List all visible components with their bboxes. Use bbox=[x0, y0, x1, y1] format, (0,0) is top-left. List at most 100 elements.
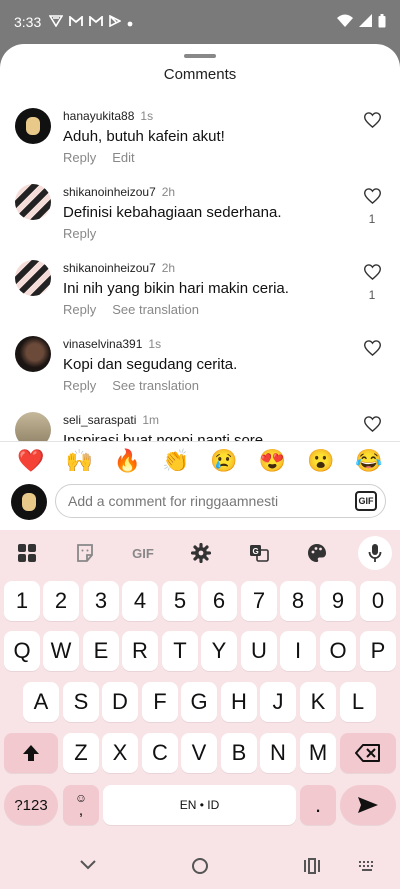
key-m[interactable]: M bbox=[300, 733, 336, 773]
key-g[interactable]: G bbox=[181, 682, 217, 722]
gif-button[interactable]: GIF bbox=[355, 491, 377, 511]
apps-grid-icon[interactable] bbox=[10, 538, 44, 568]
key-0[interactable]: 0 bbox=[360, 581, 396, 621]
see-translation-button[interactable]: See translation bbox=[112, 302, 199, 317]
key-d[interactable]: D bbox=[102, 682, 138, 722]
comment-age: 1s bbox=[148, 337, 162, 351]
reply-button[interactable]: Reply bbox=[63, 302, 96, 317]
key-k[interactable]: K bbox=[300, 682, 336, 722]
heart-icon[interactable] bbox=[362, 112, 382, 133]
avatar[interactable] bbox=[15, 336, 51, 372]
key-n[interactable]: N bbox=[260, 733, 296, 773]
key-z[interactable]: Z bbox=[63, 733, 99, 773]
key-t[interactable]: T bbox=[162, 631, 198, 671]
space-key[interactable]: EN • ID bbox=[103, 785, 296, 825]
play-store-icon bbox=[109, 14, 123, 30]
key-3[interactable]: 3 bbox=[83, 581, 119, 621]
emoji-crying[interactable]: 😢 bbox=[207, 448, 241, 478]
nav-recents-icon[interactable] bbox=[303, 858, 321, 874]
emoji-clap[interactable]: 👏 bbox=[159, 448, 193, 478]
avatar[interactable] bbox=[15, 260, 51, 296]
key-f[interactable]: F bbox=[142, 682, 178, 722]
emoji-comma-key[interactable]: ☺ , bbox=[63, 785, 99, 825]
key-w[interactable]: W bbox=[43, 631, 79, 671]
nav-home-icon[interactable] bbox=[191, 857, 209, 875]
key-2[interactable]: 2 bbox=[43, 581, 79, 621]
comment-input[interactable] bbox=[68, 491, 338, 511]
avatar[interactable] bbox=[15, 108, 51, 144]
backspace-key[interactable] bbox=[340, 733, 396, 773]
comment-item: seli_saraspati 1m Inspirasi buat ngopi na… bbox=[0, 408, 400, 441]
gmail-icon bbox=[89, 14, 104, 30]
drag-handle[interactable] bbox=[184, 54, 216, 58]
key-6[interactable]: 6 bbox=[201, 581, 237, 621]
key-i[interactable]: I bbox=[280, 631, 316, 671]
key-o[interactable]: O bbox=[320, 631, 356, 671]
signal-icon bbox=[359, 14, 372, 30]
battery-icon bbox=[378, 13, 386, 31]
comment-input-container[interactable]: GIF bbox=[55, 484, 386, 518]
key-a[interactable]: A bbox=[23, 682, 59, 722]
key-q[interactable]: Q bbox=[4, 631, 40, 671]
heart-icon[interactable] bbox=[362, 416, 382, 437]
emoji-surprised[interactable]: 😮 bbox=[304, 448, 338, 478]
emoji-heart-eyes[interactable]: 😍 bbox=[255, 448, 289, 478]
key-7[interactable]: 7 bbox=[241, 581, 277, 621]
reply-button[interactable]: Reply bbox=[63, 226, 96, 241]
reply-button[interactable]: Reply bbox=[63, 150, 96, 165]
comment-item: hanayukita88 1s Aduh, butuh kafein akut! … bbox=[0, 104, 400, 180]
key-c[interactable]: C bbox=[142, 733, 178, 773]
emoji-raised-hands[interactable]: 🙌 bbox=[62, 448, 96, 478]
key-v[interactable]: V bbox=[181, 733, 217, 773]
emoji-laughing[interactable]: 😂 bbox=[352, 448, 386, 478]
key-l[interactable]: L bbox=[340, 682, 376, 722]
key-5[interactable]: 5 bbox=[162, 581, 198, 621]
avatar[interactable] bbox=[15, 412, 51, 441]
send-key[interactable] bbox=[340, 785, 396, 825]
key-4[interactable]: 4 bbox=[122, 581, 158, 621]
key-9[interactable]: 9 bbox=[320, 581, 356, 621]
nav-back-icon[interactable] bbox=[80, 860, 96, 870]
symbols-key[interactable]: ?123 bbox=[4, 785, 58, 825]
emoji-fire[interactable]: 🔥 bbox=[111, 448, 145, 478]
avatar[interactable] bbox=[15, 184, 51, 220]
key-1[interactable]: 1 bbox=[4, 581, 40, 621]
key-h[interactable]: H bbox=[221, 682, 257, 722]
palette-icon[interactable] bbox=[300, 538, 334, 568]
key-y[interactable]: Y bbox=[201, 631, 237, 671]
shift-key[interactable] bbox=[4, 733, 58, 773]
comment-username[interactable]: hanayukita88 bbox=[63, 109, 134, 123]
gif-keyboard-button[interactable]: GIF bbox=[126, 538, 160, 568]
heart-icon[interactable] bbox=[362, 264, 382, 285]
comment-list[interactable]: hanayukita88 1s Aduh, butuh kafein akut! … bbox=[0, 104, 400, 441]
translate-icon[interactable]: G bbox=[242, 538, 276, 568]
period-key[interactable]: . bbox=[300, 785, 336, 825]
reply-button[interactable]: Reply bbox=[63, 378, 96, 393]
key-r[interactable]: R bbox=[122, 631, 158, 671]
key-u[interactable]: U bbox=[241, 631, 277, 671]
keyboard-switch-icon[interactable] bbox=[358, 860, 376, 872]
comment-text: Ini nih yang bikin hari makin ceria. bbox=[63, 280, 289, 297]
edit-button[interactable]: Edit bbox=[112, 150, 134, 165]
comment-item: shikanoinheizou7 2h Ini nih yang bikin ha… bbox=[0, 256, 400, 332]
key-b[interactable]: B bbox=[221, 733, 257, 773]
heart-icon[interactable] bbox=[362, 340, 382, 361]
key-j[interactable]: J bbox=[260, 682, 296, 722]
comment-username[interactable]: shikanoinheizou7 bbox=[63, 185, 156, 199]
key-p[interactable]: P bbox=[360, 631, 396, 671]
comment-username[interactable]: vinaselvina391 bbox=[63, 337, 142, 351]
key-8[interactable]: 8 bbox=[280, 581, 316, 621]
microphone-icon[interactable] bbox=[358, 536, 392, 570]
emoji-heart[interactable]: ❤️ bbox=[14, 448, 48, 478]
comment-username[interactable]: seli_saraspati bbox=[63, 413, 136, 427]
heart-icon[interactable] bbox=[362, 188, 382, 209]
send-icon bbox=[358, 797, 378, 813]
gear-icon[interactable] bbox=[184, 538, 218, 568]
see-translation-button[interactable]: See translation bbox=[112, 378, 199, 393]
key-x[interactable]: X bbox=[102, 733, 138, 773]
comment-username[interactable]: shikanoinheizou7 bbox=[63, 261, 156, 275]
key-e[interactable]: E bbox=[83, 631, 119, 671]
key-s[interactable]: S bbox=[63, 682, 99, 722]
backspace-icon bbox=[355, 744, 380, 762]
sticker-icon[interactable] bbox=[68, 538, 102, 568]
